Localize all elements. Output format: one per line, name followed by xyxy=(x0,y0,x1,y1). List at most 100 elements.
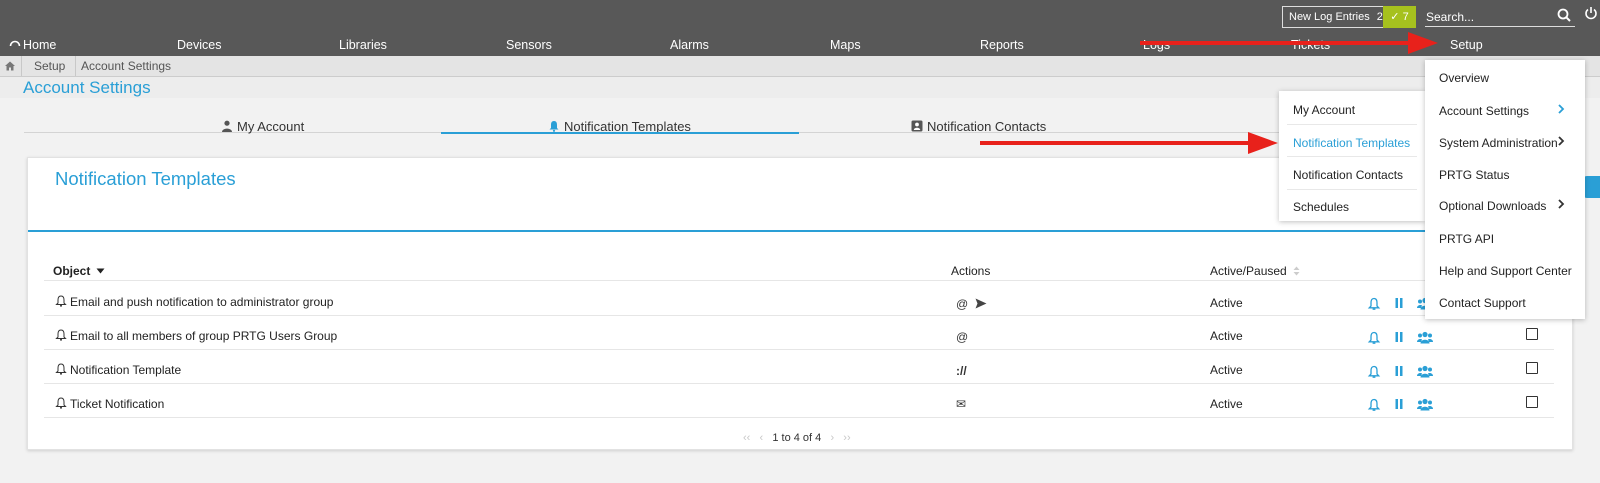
nav-home-label: Home xyxy=(23,38,57,52)
table-row[interactable]: Email to all members of group PRTG Users… xyxy=(55,329,337,343)
nav-libraries[interactable]: Libraries xyxy=(339,37,387,53)
bell-icon[interactable] xyxy=(1367,365,1381,379)
row-divider xyxy=(44,349,1554,350)
next-page-button[interactable]: › xyxy=(830,432,834,444)
power-icon[interactable] xyxy=(1584,6,1598,20)
sort-desc-icon xyxy=(96,268,105,274)
users-icon[interactable] xyxy=(1417,331,1433,344)
new-log-count: 2 xyxy=(1376,11,1383,23)
users-icon[interactable] xyxy=(1417,398,1433,411)
prtg-logo-icon xyxy=(9,40,21,47)
user-icon xyxy=(222,120,232,132)
pause-icon[interactable] xyxy=(1394,331,1404,343)
pagination-label: 1 to 4 of 4 xyxy=(772,432,822,444)
users-icon[interactable] xyxy=(1417,365,1433,378)
status-value: Active xyxy=(1210,296,1243,310)
bell-icon xyxy=(55,295,67,307)
search-icon[interactable] xyxy=(1557,8,1571,22)
pause-icon[interactable] xyxy=(1394,365,1404,377)
column-header-label: Active/Paused xyxy=(1210,264,1287,278)
row-checkbox[interactable] xyxy=(1526,396,1538,408)
bell-icon[interactable] xyxy=(1367,297,1381,311)
menu-item-help-support-center[interactable]: Help and Support Center xyxy=(1439,264,1572,278)
menu-item-overview[interactable]: Overview xyxy=(1439,71,1489,85)
chevron-right-icon xyxy=(1558,199,1565,209)
column-header-label: Object xyxy=(53,264,91,278)
bell-icon xyxy=(55,329,67,341)
submenu-item-my-account[interactable]: My Account xyxy=(1293,103,1355,117)
row-divider xyxy=(44,315,1554,316)
action-email-icon: @ xyxy=(956,297,969,311)
template-name: Email to all members of group PRTG Users… xyxy=(70,329,338,343)
annotation-arrow xyxy=(1140,32,1438,54)
bell-icon xyxy=(55,363,67,375)
column-header-object[interactable]: Object xyxy=(53,264,105,278)
nav-home[interactable]: Home xyxy=(9,37,56,53)
nav-reports[interactable]: Reports xyxy=(980,37,1024,53)
row-divider xyxy=(44,417,1554,418)
page-title: Account Settings xyxy=(23,78,151,97)
action-email-icon: @ xyxy=(956,330,969,344)
nav-maps[interactable]: Maps xyxy=(830,37,861,53)
breadcrumb-account-settings[interactable]: Account Settings xyxy=(81,60,171,73)
side-panel-toggle[interactable] xyxy=(1583,176,1600,198)
menu-divider xyxy=(1287,189,1417,190)
panel-title-rule xyxy=(28,230,1572,232)
table-row[interactable]: Ticket Notification xyxy=(55,397,164,411)
chevron-right-icon xyxy=(1558,104,1565,114)
template-name: Email and push notification to administr… xyxy=(70,295,334,309)
new-log-entries-button[interactable]: New Log Entries 2 xyxy=(1282,6,1390,28)
pause-icon[interactable] xyxy=(1394,398,1404,410)
breadcrumb: Setup Account Settings xyxy=(0,56,1600,77)
last-page-button[interactable]: ›› xyxy=(843,432,850,444)
nav-sensors[interactable]: Sensors xyxy=(506,37,552,53)
nav-setup[interactable]: Setup xyxy=(1450,37,1483,53)
menu-item-optional-downloads[interactable]: Optional Downloads xyxy=(1439,199,1546,213)
chevron-right-icon xyxy=(1558,136,1565,146)
menu-item-prtg-status[interactable]: PRTG Status xyxy=(1439,168,1509,182)
bell-icon xyxy=(55,397,67,409)
bell-icon[interactable] xyxy=(1367,331,1381,345)
action-url-icon: :// xyxy=(956,364,967,378)
pause-icon[interactable] xyxy=(1394,297,1404,309)
submenu-item-notification-templates[interactable]: Notification Templates xyxy=(1293,136,1410,150)
submenu-item-notification-contacts[interactable]: Notification Contacts xyxy=(1293,168,1403,182)
nav-devices[interactable]: Devices xyxy=(177,37,221,53)
first-page-button[interactable]: ‹‹ xyxy=(743,432,750,444)
table-row[interactable]: Notification Template xyxy=(55,363,181,377)
menu-divider xyxy=(1287,156,1417,157)
new-log-label: New Log Entries xyxy=(1289,11,1370,23)
action-ticket-icon: ✉ xyxy=(956,397,967,411)
table-row[interactable]: Email and push notification to administr… xyxy=(55,295,333,309)
nav-alarms[interactable]: Alarms xyxy=(670,37,709,53)
setup-menu xyxy=(1425,60,1585,319)
template-name: Ticket Notification xyxy=(70,397,165,411)
sort-icon xyxy=(1293,266,1300,276)
menu-item-prtg-api[interactable]: PRTG API xyxy=(1439,232,1494,246)
check-icon: ✓ xyxy=(1390,11,1400,23)
active-tab-indicator xyxy=(441,132,799,134)
submenu-item-schedules[interactable]: Schedules xyxy=(1293,200,1349,214)
status-value: Active xyxy=(1210,397,1243,411)
row-checkbox[interactable] xyxy=(1526,362,1538,374)
row-divider xyxy=(44,383,1554,384)
ok-status-badge[interactable]: ✓ 7 xyxy=(1383,6,1416,28)
bell-icon[interactable] xyxy=(1367,398,1381,412)
column-header-active-paused[interactable]: Active/Paused xyxy=(1210,264,1300,278)
menu-item-contact-support[interactable]: Contact Support xyxy=(1439,296,1526,310)
tab-my-account[interactable]: My Account xyxy=(221,119,304,135)
bell-icon xyxy=(549,121,559,132)
breadcrumb-setup[interactable]: Setup xyxy=(34,60,65,73)
menu-item-account-settings[interactable]: Account Settings xyxy=(1439,104,1529,118)
home-icon[interactable] xyxy=(4,60,16,72)
menu-item-system-administration[interactable]: System Administration xyxy=(1439,136,1558,150)
ok-count: 7 xyxy=(1402,11,1409,23)
annotation-arrow xyxy=(980,132,1278,154)
breadcrumb-divider xyxy=(21,56,22,76)
row-checkbox[interactable] xyxy=(1526,328,1538,340)
prev-page-button[interactable]: ‹ xyxy=(760,432,764,444)
panel-title: Notification Templates xyxy=(55,168,236,189)
menu-divider xyxy=(1287,124,1417,125)
contact-card-icon xyxy=(911,120,923,132)
search-input[interactable]: Search... xyxy=(1425,9,1575,27)
